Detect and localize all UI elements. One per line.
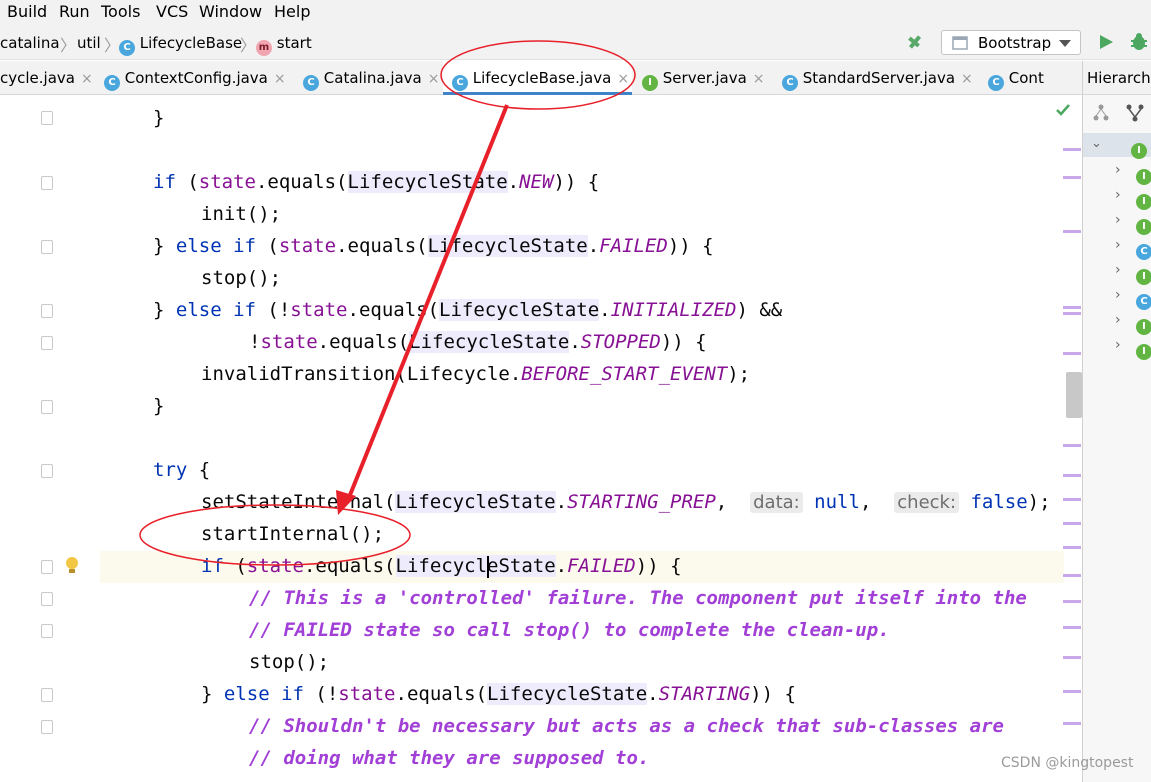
- annotation-ellipse-tab: [440, 40, 636, 110]
- annotation-overlay: [139, 40, 636, 566]
- annotation-arrow-line: [346, 104, 509, 501]
- annotation-ellipse-startinternal: [139, 504, 411, 566]
- watermark: CSDN @kingtopest: [1001, 755, 1134, 771]
- annotation-arrow-head: [336, 490, 356, 515]
